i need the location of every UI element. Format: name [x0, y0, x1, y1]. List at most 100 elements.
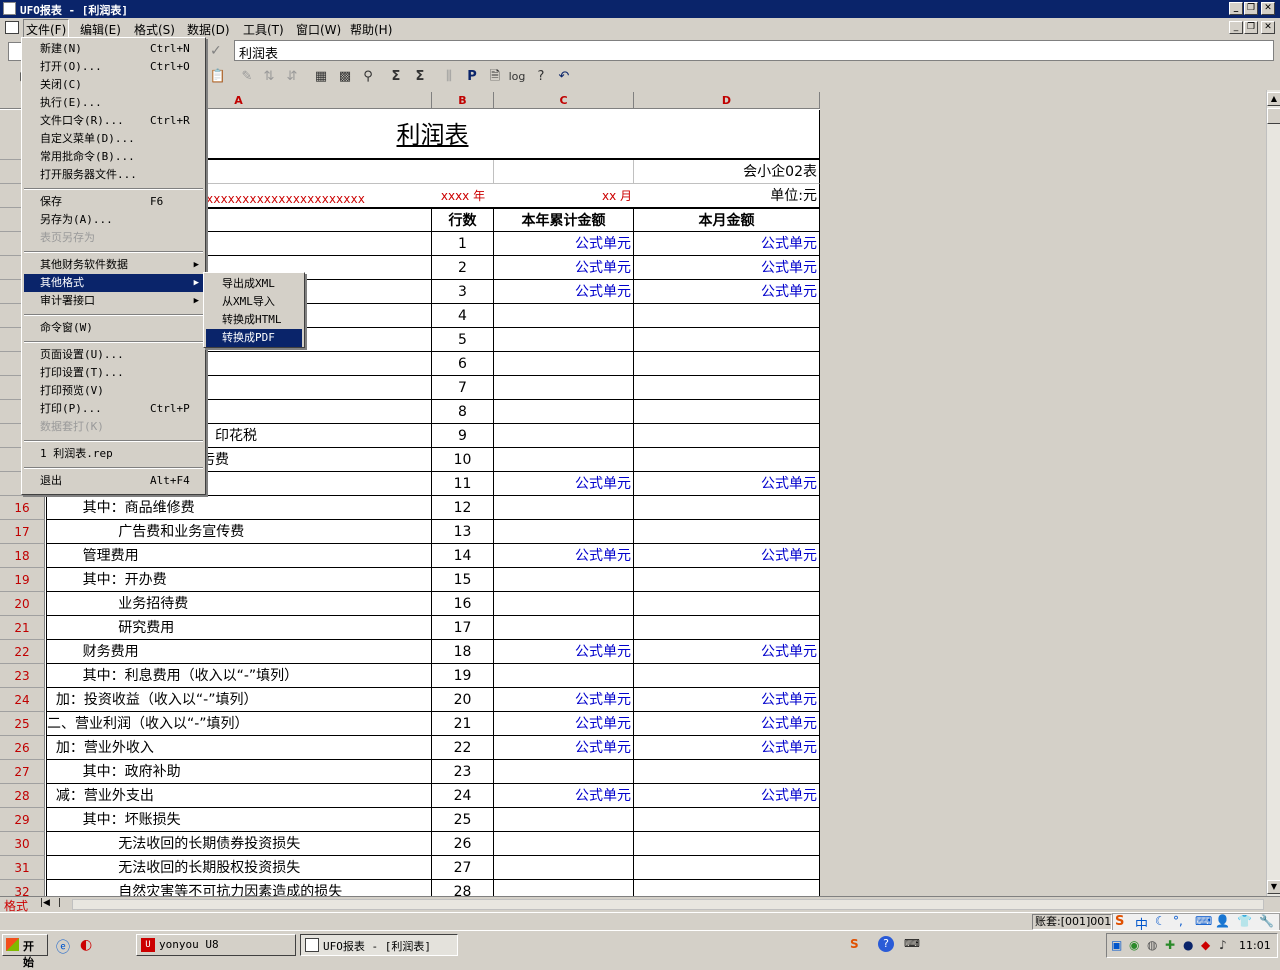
file-menu-recent-file-1[interactable]: 1 利润表.rep [24, 445, 203, 463]
menu-window[interactable]: 窗口(W) [296, 21, 341, 38]
sheet-next-icon[interactable]: | [58, 898, 61, 908]
line-number-cell[interactable]: 22 [432, 736, 494, 760]
header-ytd[interactable]: 本年累计金额 [494, 208, 634, 232]
ime-toolbar[interactable]: S 中 ☾ °, ⌨ 👤 👕 🔧 [1112, 913, 1280, 933]
ytd-cell[interactable] [494, 520, 634, 544]
keyboard-layout-icon[interactable]: ⌨ [904, 937, 920, 950]
ytd-cell[interactable] [494, 496, 634, 520]
month-cell[interactable] [634, 664, 820, 688]
chart-icon[interactable]: ⫼ [440, 68, 458, 86]
file-menu-data-overlay-print[interactable]: 数据套打(K) [24, 418, 203, 436]
ytd-cell[interactable] [494, 376, 634, 400]
row-header[interactable]: 31 [0, 856, 45, 880]
file-menu-print[interactable]: 打印(P)... Ctrl+P [24, 400, 203, 418]
doc-close-icon[interactable]: ✕ [1261, 21, 1275, 34]
ytd-formula-cell[interactable]: 公式单元 [494, 712, 634, 736]
file-menu-custom-menu[interactable]: 自定义菜单(D)... [24, 130, 203, 148]
month-cell[interactable] [634, 832, 820, 856]
file-menu-print-preview[interactable]: 打印预览(V) [24, 382, 203, 400]
ytd-formula-cell[interactable]: 公式单元 [494, 280, 634, 304]
line-number-cell[interactable]: 21 [432, 712, 494, 736]
item-cell[interactable]: 其中：开办费 [46, 568, 432, 592]
ytd-cell[interactable] [494, 328, 634, 352]
restore-icon[interactable]: ❐ [1244, 2, 1258, 15]
format-brush-icon[interactable]: ✎ [238, 68, 256, 86]
month-formula-cell[interactable]: 公式单元 [634, 784, 820, 808]
line-number-cell[interactable]: 12 [432, 496, 494, 520]
cell[interactable] [494, 160, 634, 184]
line-number-cell[interactable]: 17 [432, 616, 494, 640]
vertical-scrollbar[interactable]: ▲ ▼ [1266, 90, 1280, 896]
line-number-cell[interactable]: 19 [432, 664, 494, 688]
ytd-formula-cell[interactable]: 公式单元 [494, 256, 634, 280]
month-formula-cell[interactable]: 公式单元 [634, 256, 820, 280]
undo-icon[interactable]: ↶ [555, 68, 573, 86]
app-quicklaunch-icon[interactable]: ◐ [80, 937, 92, 953]
doc-edit-icon[interactable]: 🗎 [486, 68, 504, 86]
month-cell[interactable] [634, 424, 820, 448]
submenu-export-xml[interactable]: 导出成XML [206, 275, 302, 293]
month-cell[interactable] [634, 352, 820, 376]
ytd-cell[interactable] [494, 448, 634, 472]
column-header-b[interactable]: B [432, 92, 494, 109]
file-menu-execute[interactable]: 执行(E)... [24, 94, 203, 112]
line-number-cell[interactable]: 16 [432, 592, 494, 616]
tray-icon-1[interactable]: ▣ [1111, 938, 1122, 952]
ytd-cell[interactable] [494, 880, 634, 896]
cell[interactable] [432, 160, 494, 184]
user-icon[interactable]: 👤 [1215, 914, 1230, 928]
month-formula-cell[interactable]: 公式单元 [634, 640, 820, 664]
group-icon[interactable]: ▩ [336, 68, 354, 86]
line-number-cell[interactable]: 14 [432, 544, 494, 568]
ytd-cell[interactable] [494, 568, 634, 592]
ytd-cell[interactable] [494, 808, 634, 832]
line-number-cell[interactable]: 7 [432, 376, 494, 400]
line-number-cell[interactable]: 4 [432, 304, 494, 328]
ytd-formula-cell[interactable]: 公式单元 [494, 232, 634, 256]
month-cell[interactable] [634, 592, 820, 616]
ytd-formula-cell[interactable]: 公式单元 [494, 544, 634, 568]
item-cell[interactable]: 无法收回的长期股权投资损失 [46, 856, 432, 880]
sort-asc-icon[interactable]: ⇅ [260, 68, 278, 86]
row-header[interactable]: 30 [0, 832, 45, 856]
ytd-cell[interactable] [494, 856, 634, 880]
sum-icon[interactable]: Σ [387, 68, 405, 86]
formula-input[interactable]: 利润表 [234, 40, 1274, 62]
line-number-cell[interactable]: 18 [432, 640, 494, 664]
month-cell[interactable] [634, 568, 820, 592]
month-cell[interactable]: xx 月 [494, 184, 634, 208]
tray-icon-5[interactable]: ● [1183, 938, 1193, 952]
file-menu-new[interactable]: 新建(N) Ctrl+N [24, 40, 203, 58]
minimize-icon[interactable]: _ [1229, 2, 1243, 15]
ytd-formula-cell[interactable]: 公式单元 [494, 472, 634, 496]
month-cell[interactable] [634, 616, 820, 640]
item-cell[interactable]: 研究费用 [46, 616, 432, 640]
line-number-cell[interactable]: 27 [432, 856, 494, 880]
item-cell[interactable]: 减：营业外支出 [46, 784, 432, 808]
line-number-cell[interactable]: 2 [432, 256, 494, 280]
item-cell[interactable]: 管理费用 [46, 544, 432, 568]
row-header[interactable]: 29 [0, 808, 45, 832]
ytd-formula-cell[interactable]: 公式单元 [494, 784, 634, 808]
item-cell[interactable]: 无法收回的长期债券投资损失 [46, 832, 432, 856]
row-header[interactable]: 26 [0, 736, 45, 760]
month-cell[interactable] [634, 328, 820, 352]
row-header[interactable]: 22 [0, 640, 45, 664]
month-formula-cell[interactable]: 公式单元 [634, 736, 820, 760]
row-header[interactable]: 24 [0, 688, 45, 712]
confirm-icon[interactable]: ✓ [210, 43, 222, 59]
line-number-cell[interactable]: 5 [432, 328, 494, 352]
doc-restore-icon[interactable]: ❐ [1244, 21, 1258, 34]
sogou-icon[interactable]: S [1115, 914, 1124, 929]
tray-icon-3[interactable]: ◍ [1147, 938, 1157, 952]
menu-edit[interactable]: 编辑(E) [80, 21, 121, 38]
start-button[interactable]: 开始 [2, 934, 48, 969]
month-formula-cell[interactable]: 公式单元 [634, 688, 820, 712]
row-header[interactable]: 16 [0, 496, 45, 520]
clock[interactable]: 11:01 [1239, 939, 1271, 952]
menu-format[interactable]: 格式(S) [134, 21, 175, 38]
row-header[interactable]: 25 [0, 712, 45, 736]
month-cell[interactable] [634, 856, 820, 880]
line-number-cell[interactable]: 20 [432, 688, 494, 712]
log-icon[interactable]: log [508, 68, 526, 86]
